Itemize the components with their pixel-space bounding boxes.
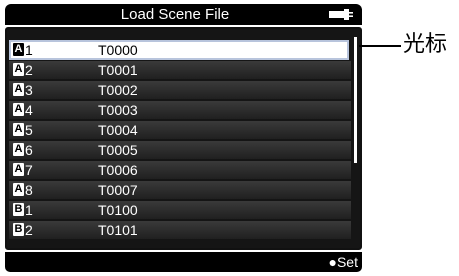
slot-number: 1 bbox=[25, 42, 33, 58]
file-name: T0005 bbox=[98, 142, 138, 158]
scrollbar[interactable] bbox=[354, 37, 357, 163]
title-bar: Load Scene File bbox=[5, 4, 362, 25]
slot-number: 2 bbox=[25, 222, 33, 238]
bottom-bar: ●Set bbox=[5, 252, 362, 272]
slot-number: 3 bbox=[25, 82, 33, 98]
bank-badge: A bbox=[13, 143, 24, 156]
bank-badge: A bbox=[13, 163, 24, 176]
file-row[interactable]: A 3 T0002 bbox=[7, 80, 351, 100]
file-row[interactable]: A 2 T0001 bbox=[7, 60, 351, 80]
bank-badge: A bbox=[13, 43, 24, 56]
file-row[interactable]: A 4 T0003 bbox=[7, 100, 351, 120]
scene-file-screen: Load Scene File A 1 T0000 A 2 T0001 A 3 … bbox=[5, 4, 362, 272]
file-row[interactable]: A 5 T0004 bbox=[7, 120, 351, 140]
file-name: T0100 bbox=[98, 202, 138, 218]
file-list: A 1 T0000 A 2 T0001 A 3 T0002 A 4 T0003 … bbox=[5, 27, 362, 250]
bank-badge: A bbox=[13, 183, 24, 196]
slot-number: 8 bbox=[25, 182, 33, 198]
file-row[interactable]: A 1 T0000 bbox=[7, 40, 351, 60]
file-name: T0007 bbox=[98, 182, 138, 198]
bank-badge: A bbox=[13, 63, 24, 76]
file-row[interactable]: A 6 T0005 bbox=[7, 140, 351, 160]
file-name: T0006 bbox=[98, 162, 138, 178]
bank-badge: A bbox=[13, 103, 24, 116]
bank-badge: B bbox=[13, 203, 24, 216]
file-row[interactable]: B 2 T0101 bbox=[7, 220, 351, 240]
file-row[interactable]: A 8 T0007 bbox=[7, 180, 351, 200]
slot-number: 1 bbox=[25, 202, 33, 218]
file-row[interactable]: B 1 T0100 bbox=[7, 200, 351, 220]
file-name: T0000 bbox=[98, 42, 138, 58]
annotation-leader-line bbox=[359, 45, 401, 47]
slot-number: 6 bbox=[25, 142, 33, 158]
file-row[interactable]: A 7 T0006 bbox=[7, 160, 351, 180]
slot-number: 7 bbox=[25, 162, 33, 178]
annotation-label: 光标 bbox=[403, 32, 448, 57]
slot-number: 2 bbox=[25, 62, 33, 78]
file-name: T0101 bbox=[98, 222, 138, 238]
bank-badge: B bbox=[13, 223, 24, 236]
set-button[interactable]: ●Set bbox=[329, 252, 358, 272]
file-name: T0003 bbox=[98, 102, 138, 118]
screen-title: Load Scene File bbox=[120, 6, 230, 23]
file-name: T0001 bbox=[98, 62, 138, 78]
slot-number: 4 bbox=[25, 102, 33, 118]
file-name: T0002 bbox=[98, 82, 138, 98]
battery-plug-icon bbox=[329, 9, 353, 20]
file-name: T0004 bbox=[98, 122, 138, 138]
bank-badge: A bbox=[13, 83, 24, 96]
bank-badge: A bbox=[13, 123, 24, 136]
slot-number: 5 bbox=[25, 122, 33, 138]
